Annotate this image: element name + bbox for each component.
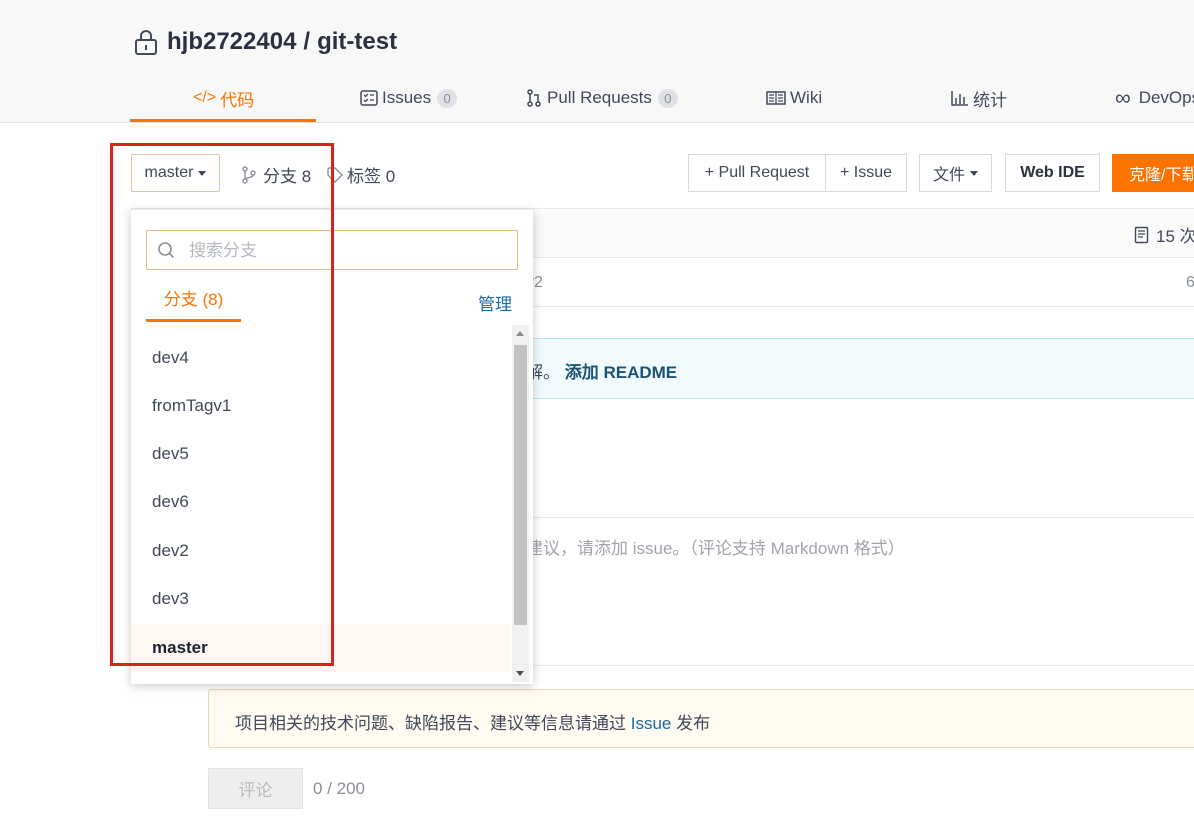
branch-item-dev2[interactable]: dev2 <box>131 527 511 575</box>
issue-link[interactable]: Issue <box>631 714 672 733</box>
commits-link[interactable]: 15 次提交 <box>1134 222 1194 247</box>
commits-count: 15 次提交 <box>1156 227 1194 246</box>
book-icon <box>766 91 786 105</box>
branch-icon <box>242 165 256 184</box>
branch-dropdown: 分支 (8) 管理 dev4 fromTagv1 dev5 dev6 dev2 … <box>131 210 533 684</box>
commit-log-icon <box>1134 226 1149 243</box>
branch-search-input[interactable] <box>187 237 511 265</box>
branch-select-button[interactable]: master <box>131 154 220 192</box>
branches-link[interactable]: 分支 8 <box>241 162 311 187</box>
pull-request-icon <box>527 89 541 107</box>
repo-owner-link[interactable]: hjb2722404 <box>167 28 296 56</box>
active-tab-underline <box>130 119 316 122</box>
comment-hint: 建议，请添加 issue。（评论支持 Markdown 格式） <box>526 539 905 558</box>
add-readme-link[interactable]: 添加 README <box>565 363 677 382</box>
new-pull-request-button[interactable]: + Pull Request <box>688 154 826 192</box>
infinity-icon: ∞ <box>1115 85 1131 110</box>
issues-count-badge: 0 <box>437 88 458 108</box>
tags-link[interactable]: 标签 0 <box>327 162 395 187</box>
branch-list: dev4 fromTagv1 dev5 dev6 dev2 dev3 maste… <box>131 334 511 674</box>
tab-devops-label: DevOps <box>1138 88 1194 107</box>
tab-stats[interactable]: 统计 <box>951 76 1007 120</box>
pull-requests-count-badge: 0 <box>657 88 678 108</box>
code-icon: </> <box>193 89 217 106</box>
repo-name-link[interactable]: git-test <box>317 28 397 56</box>
clone-download-button[interactable]: 克隆/下载 <box>1112 154 1194 192</box>
tab-code-label: 代码 <box>220 90 255 110</box>
branch-item-master[interactable]: master <box>131 624 511 672</box>
tab-stats-label: 统计 <box>973 90 1007 110</box>
manage-branches-link[interactable]: 管理 <box>478 290 512 315</box>
web-ide-button[interactable]: Web IDE <box>1005 154 1100 192</box>
lock-icon <box>135 30 157 55</box>
branches-count: 分支 8 <box>263 167 312 186</box>
comment-char-counter: 0 / 200 <box>313 779 365 798</box>
file-menu-button[interactable]: 文件 <box>919 154 992 192</box>
tab-code[interactable]: </> 代码 <box>193 76 254 120</box>
issue-notice-text: 项目相关的技术问题、缺陷报告、建议等信息请通过 Issue 发布 <box>235 709 710 734</box>
issues-icon <box>360 90 378 106</box>
readme-banner-text: 解。 添加 README <box>526 358 677 383</box>
submit-comment-button[interactable]: 评论 <box>208 768 303 809</box>
search-icon <box>158 242 175 259</box>
dropdown-scrollbar[interactable] <box>512 325 529 682</box>
tab-issues-label: Issues <box>382 88 432 107</box>
bar-chart-icon <box>951 91 968 106</box>
branch-item-dev4[interactable]: dev4 <box>131 334 511 382</box>
scroll-down-arrow-icon[interactable] <box>516 671 524 676</box>
scroll-up-arrow-icon[interactable] <box>516 331 524 336</box>
notice-suffix: 发布 <box>676 714 711 733</box>
branch-select-label: master <box>144 164 194 181</box>
new-issue-button[interactable]: + Issue <box>825 154 907 192</box>
repo-header: hjb2722404 / git-test </> 代码 Issues 0 Pu… <box>0 0 1194 123</box>
repo-separator: / <box>303 28 311 55</box>
tag-icon <box>327 166 343 183</box>
scrollbar-thumb[interactable] <box>514 345 527 625</box>
file-menu-label: 文件 <box>932 167 965 184</box>
branch-item-dev6[interactable]: dev6 <box>131 478 511 526</box>
file-row-date-fragment: 6 <box>1186 274 1194 291</box>
tab-wiki[interactable]: Wiki <box>766 76 822 120</box>
tab-devops[interactable]: ∞ DevOps <box>1115 76 1194 120</box>
chevron-down-icon <box>970 170 978 176</box>
notice-prefix: 项目相关的技术问题、缺陷报告、建议等信息请通过 <box>235 714 626 733</box>
repo-title: hjb2722404 / git-test <box>133 27 397 57</box>
tab-issues[interactable]: Issues 0 <box>360 76 458 120</box>
tab-wiki-label: Wiki <box>790 88 823 107</box>
branch-item-fromtagv1[interactable]: fromTagv1 <box>131 382 511 430</box>
branch-item-dev3[interactable]: dev3 <box>131 575 511 623</box>
tags-count: 标签 0 <box>347 167 396 186</box>
tab-pull-requests[interactable]: Pull Requests 0 <box>526 76 678 120</box>
branch-search-box <box>146 230 518 270</box>
branch-item-dev5[interactable]: dev5 <box>131 430 511 478</box>
chevron-down-icon <box>198 170 207 176</box>
tab-branches[interactable]: 分支 (8) <box>146 288 241 322</box>
tab-pull-requests-label: Pull Requests <box>547 88 652 107</box>
